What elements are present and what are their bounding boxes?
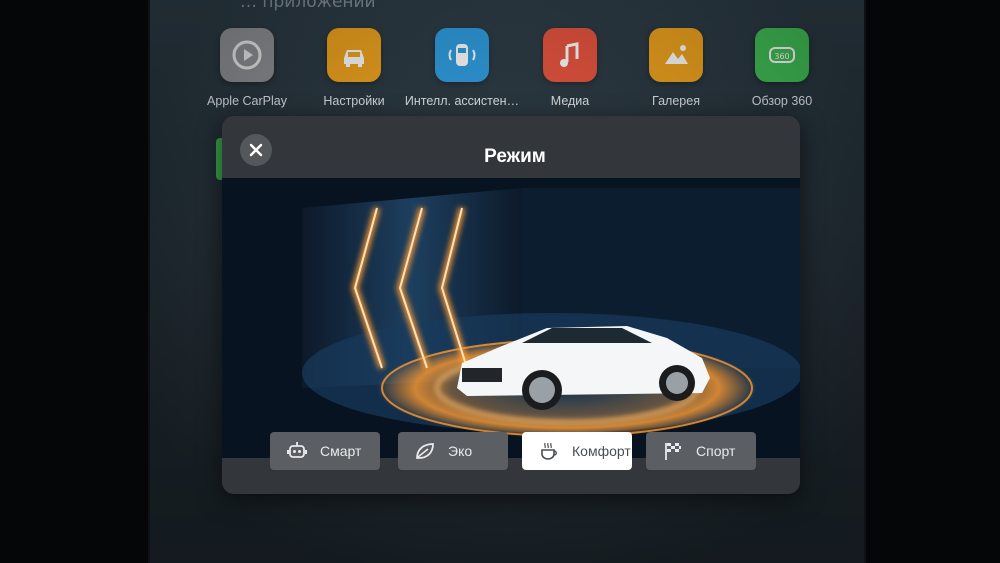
mode-selector: Смарт Эко Комфорт Спорт <box>222 428 800 476</box>
robot-icon <box>282 441 312 461</box>
car-illustration <box>222 178 800 458</box>
app-label: Apple CarPlay <box>207 94 287 108</box>
coffee-cup-icon <box>534 440 564 462</box>
app-gallery[interactable]: Галерея <box>616 28 736 108</box>
app-label: Интелл. ассистен… <box>404 94 520 108</box>
mode-button-eco[interactable]: Эко <box>398 432 508 470</box>
app-apple-carplay[interactable]: Apple CarPlay <box>187 28 307 108</box>
app-label: Обзор 360 <box>751 94 813 108</box>
mode-label: Комфорт <box>572 443 631 459</box>
app-label: Галерея <box>652 94 700 108</box>
music-note-icon <box>543 28 597 82</box>
mode-label: Эко <box>448 443 473 459</box>
app-row: Apple CarPlay Настройки Интелл. ассистен… <box>190 28 830 118</box>
app-overview-360[interactable]: 360 Обзор 360 <box>722 28 842 108</box>
mode-button-comfort[interactable]: Комфорт <box>522 432 632 470</box>
mode-button-smart[interactable]: Смарт <box>270 432 380 470</box>
app-label: Медиа <box>550 94 590 108</box>
camera-360-icon: 360 <box>755 28 809 82</box>
app-label: Настройки <box>323 94 385 108</box>
leaf-icon <box>410 441 440 461</box>
dialog-title: Режим <box>484 146 546 167</box>
mode-label: Смарт <box>320 443 362 459</box>
car-settings-icon <box>327 28 381 82</box>
mode-dialog: Режим Смарт Эко Комфорт Спорт <box>222 116 800 494</box>
app-media[interactable]: Медиа <box>510 28 630 108</box>
assistant-car-icon <box>435 28 489 82</box>
section-title: … приложений <box>240 0 376 12</box>
checkered-flag-icon <box>658 441 688 461</box>
gallery-icon <box>649 28 703 82</box>
mode-button-sport[interactable]: Спорт <box>646 432 756 470</box>
app-intelligent-assistant[interactable]: Интелл. ассистен… <box>402 28 522 108</box>
app-settings[interactable]: Настройки <box>294 28 414 108</box>
svg-text:360: 360 <box>774 52 789 61</box>
dialog-header: Режим <box>222 116 800 167</box>
car-mode-scene <box>222 178 800 458</box>
mode-label: Спорт <box>696 443 736 459</box>
carplay-icon <box>220 28 274 82</box>
